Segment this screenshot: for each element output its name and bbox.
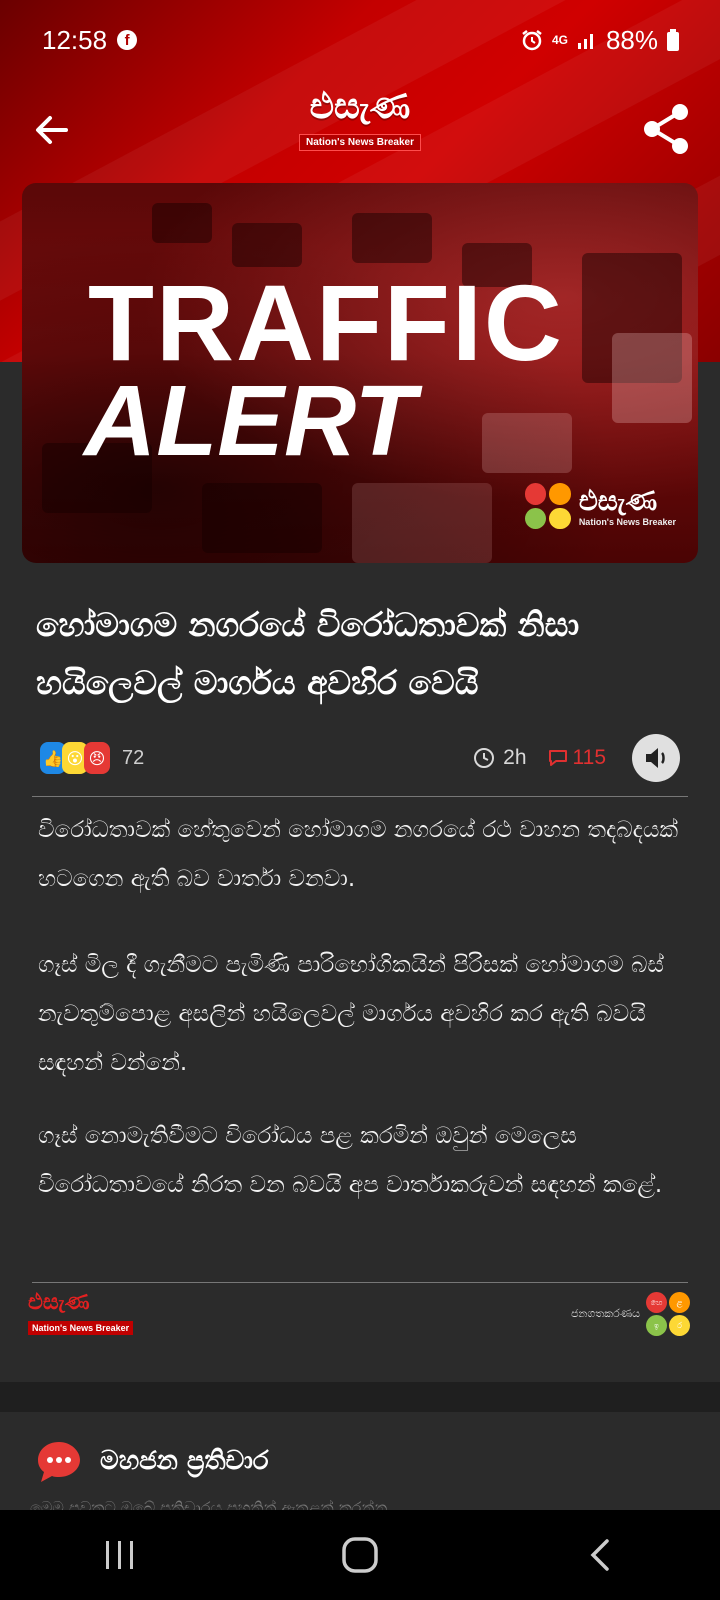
back-arrow-icon — [36, 116, 68, 144]
status-time: 12:58 — [42, 24, 108, 55]
partner-dot: ර — [669, 1315, 690, 1336]
status-bar: 12:58 f 4G 88% — [0, 0, 720, 80]
logo-dots-icon — [524, 483, 571, 529]
signal-icon — [577, 34, 593, 49]
footer-partner-logo: ජනගතකරණය හෙ ළ ඉ ර — [571, 1292, 690, 1336]
back-nav-button[interactable] — [570, 1525, 630, 1585]
article-paragraph-1: විරෝධතාවක් හේතුවෙන් හෝමාගම නගරයේ රථ වාහන… — [38, 817, 679, 892]
back-nav-icon — [590, 1539, 609, 1571]
recents-icon — [106, 1541, 133, 1569]
comment-count: 115 — [572, 746, 606, 769]
comments-title: මහජන ප්‍රතිචාර — [100, 1446, 269, 1476]
comment-count-link[interactable]: 115 — [547, 746, 606, 770]
app-logo[interactable]: එසැණ Nation's News Breaker — [285, 84, 435, 151]
comments-section: මහජන ප්‍රතිචාර මෙම පුවතට ඔබේ ප්‍රතිචාරය … — [0, 1412, 720, 1517]
battery-percent: 88% — [605, 24, 658, 55]
logo-text: එසැණ — [309, 86, 411, 127]
partner-dots-icon: හෙ ළ ඉ ර — [646, 1292, 690, 1336]
clock-icon — [474, 748, 495, 768]
reactions[interactable]: 👍 😮 😠 72 — [40, 742, 144, 774]
comment-icon — [548, 750, 567, 766]
home-icon — [342, 1537, 378, 1573]
facebook-notification-icon: f — [117, 30, 138, 50]
recents-button[interactable] — [90, 1525, 150, 1585]
article-paragraph-3: ගෑස් නොමැතිවීමට විරෝධය පළ කරමින් ඔවුන් ම… — [38, 1123, 663, 1198]
share-button[interactable] — [640, 102, 692, 156]
footer-logo: එසැණ Nation's News Breaker — [28, 1290, 134, 1335]
home-button[interactable] — [330, 1525, 390, 1585]
footer-logo-text: එසැණ — [28, 1290, 90, 1315]
article-banner-image: TRAFFIC ALERT එසැණ Nation's News Breaker — [22, 183, 698, 563]
angry-reaction-icon: 😠 — [84, 742, 110, 774]
article-meta-row: 👍 😮 😠 72 2h 115 — [40, 734, 680, 782]
share-icon — [644, 104, 688, 154]
divider — [32, 1282, 688, 1283]
article-headline: හෝමාගම නගරයේ විරෝධතාවක් නිසා හයිලෙවල් මා… — [36, 605, 580, 702]
back-button[interactable] — [30, 108, 74, 152]
app-bar: එසැණ Nation's News Breaker — [0, 80, 720, 180]
article-paragraph-2: ගෑස් මිල දී ගැනීමට පැමිණි පාරිභෝගිකයින් … — [38, 952, 664, 1076]
speaker-icon — [646, 748, 665, 768]
reaction-count: 72 — [122, 746, 145, 769]
partner-dot: ඉ — [646, 1315, 667, 1336]
system-nav-bar — [0, 1510, 720, 1600]
footer-partner-label: ජනගතකරණය — [570, 1307, 640, 1320]
section-separator — [0, 1382, 720, 1412]
footer-logo-tagline: Nation's News Breaker — [28, 1321, 134, 1335]
alarm-icon — [522, 30, 542, 51]
partner-dot: ළ — [669, 1292, 690, 1313]
text-to-speech-button[interactable] — [632, 734, 680, 782]
network-type: 4G — [551, 33, 568, 47]
partner-dot: හෙ — [646, 1292, 667, 1313]
battery-icon — [667, 29, 679, 51]
chat-bubble-icon — [38, 1442, 80, 1482]
time-ago-label: 2h — [503, 746, 527, 769]
banner-title: TRAFFIC — [88, 262, 564, 383]
banner-logo-tagline: Nation's News Breaker — [578, 517, 676, 527]
logo-tagline: Nation's News Breaker — [299, 134, 421, 151]
banner-watermark-logo: එසැණ Nation's News Breaker — [524, 483, 676, 529]
banner-logo-text: එසැණ — [578, 484, 658, 517]
divider — [32, 796, 688, 797]
time-ago: 2h — [473, 746, 527, 770]
banner-subtitle: ALERT — [84, 365, 416, 477]
